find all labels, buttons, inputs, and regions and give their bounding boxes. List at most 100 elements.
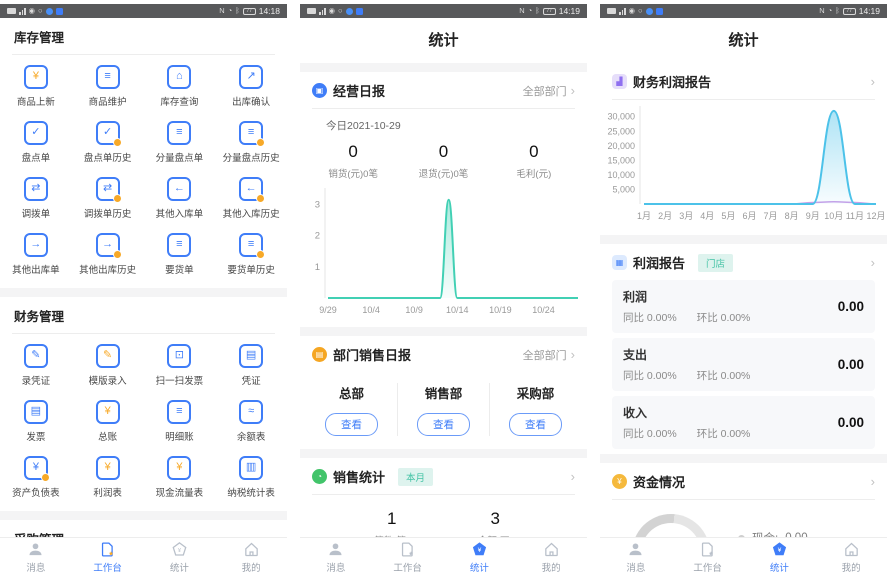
cash-flow-icon: ¥ [167, 456, 191, 480]
tab-profile-home[interactable]: 我的 [215, 538, 287, 576]
icon-glyph: ≡ [248, 239, 254, 250]
app-item-partial-stocktake[interactable]: ≡分量盘点单 [144, 114, 216, 170]
svg-text:1月: 1月 [637, 211, 651, 221]
app-item-voucher[interactable]: ▤凭证 [215, 337, 287, 393]
template-entry-icon: ✎ [96, 344, 120, 368]
app-item-profit-statement[interactable]: ¥利润表 [72, 449, 144, 505]
app-item-inventory-search[interactable]: ⌂库存查询 [144, 58, 216, 114]
svg-text:6月: 6月 [742, 211, 756, 221]
app-item-general-ledger[interactable]: ¥总账 [72, 393, 144, 449]
svg-text:3: 3 [315, 200, 320, 211]
view-button[interactable]: 查看 [325, 413, 378, 436]
icon-glyph: → [30, 239, 41, 250]
svg-text:10月: 10月 [824, 211, 843, 221]
mom-ratio: 环比 0.00% [697, 310, 751, 325]
messages-person-icon [627, 541, 644, 558]
tab-messages-person[interactable]: 消息 [600, 538, 672, 576]
tab-workbench-doc[interactable]: 工作台 [372, 538, 444, 576]
svg-text:¥: ¥ [478, 546, 482, 553]
tab-stats-pentagon[interactable]: ¥统计 [444, 538, 516, 576]
tab-label: 消息 [326, 560, 345, 574]
profit-card-name: 支出 [623, 346, 750, 363]
app-item-balance-table[interactable]: ≈余额表 [215, 393, 287, 449]
app-item-outbound-confirm[interactable]: ↗出库确认 [215, 58, 287, 114]
app-item-transfer[interactable]: ⇄调拨单 [0, 170, 72, 226]
status-time: 14:18 [259, 6, 280, 16]
app-item-voucher-entry[interactable]: ✎录凭证 [0, 337, 72, 393]
view-button[interactable]: 查看 [417, 413, 470, 436]
app-item-requisition[interactable]: ≡要货单 [144, 226, 216, 282]
section-business-daily[interactable]: ▣ 经营日报 全部部门 › [300, 72, 587, 108]
app-item-invoice[interactable]: ▤发票 [0, 393, 72, 449]
profit-report-icon: ▦ [612, 255, 627, 270]
department-filter[interactable]: 全部部门 › [523, 83, 575, 99]
battery-icon: 77 [843, 8, 856, 15]
app-item-partial-stocktake-history[interactable]: ≡分量盘点历史 [215, 114, 287, 170]
app-item-product-new[interactable]: ¥商品上新 [0, 58, 72, 114]
stocktake-icon: ✓ [24, 121, 48, 145]
section-profit-report[interactable]: ▦ 利润报告 门店 › [600, 244, 887, 280]
app-item-requisition-history[interactable]: ≡要货单历史 [215, 226, 287, 282]
section-funds[interactable]: ¥ 资金情况 › [600, 463, 887, 499]
tab-bar: 消息工作台¥统计我的 [600, 537, 887, 576]
profit-card-value: 0.00 [838, 299, 864, 314]
inventory-search-icon: ⌂ [167, 65, 191, 89]
view-button[interactable]: 查看 [509, 413, 562, 436]
app-item-transfer-history[interactable]: ⇄调拨单历史 [72, 170, 144, 226]
section-finance-report[interactable]: ▟ 财务利润报告 › [600, 63, 887, 99]
department-name: 销售部 [398, 383, 489, 402]
profit-card-left: 利润同比 0.00%环比 0.00% [623, 288, 750, 325]
tab-workbench-doc[interactable]: 工作台 [72, 538, 144, 576]
eye-icon: ◉ [629, 7, 636, 15]
profile-home-icon [243, 541, 260, 558]
tab-profile-home[interactable]: 我的 [515, 538, 587, 576]
app-item-product-maintain[interactable]: ≡商品维护 [72, 58, 144, 114]
section-title: 部门销售日报 [333, 345, 411, 364]
app-item-label: 利润表 [93, 485, 122, 499]
svg-text:4月: 4月 [700, 211, 714, 221]
dept-daily-icon: ▤ [312, 347, 327, 362]
tab-messages-person[interactable]: 消息 [300, 538, 372, 576]
app-item-other-outbound[interactable]: →其他出库单 [0, 226, 72, 282]
clock-badge-icon [113, 194, 122, 203]
tab-profile-home[interactable]: 我的 [815, 538, 887, 576]
workbench-sections: 库存管理¥商品上新≡商品维护⌂库存查询↗出库确认✓盘点单✓盘点单历史≡分量盘点单… [0, 18, 287, 557]
icon-glyph: ▤ [246, 350, 256, 361]
section-title: 财务利润报告 [633, 72, 711, 91]
stat-label: 退货(元)0笔 [398, 166, 488, 180]
app-item-cash-flow[interactable]: ¥现金流量表 [144, 449, 216, 505]
tab-stats-pentagon[interactable]: ¥统计 [744, 538, 816, 576]
app-item-tax-statistics[interactable]: ▥纳税统计表 [215, 449, 287, 505]
department-column: 总部查看 [306, 383, 397, 436]
profit-card-left: 收入同比 0.00%环比 0.00% [623, 404, 750, 441]
tab-bar: 消息 工作台¥统计我的 [300, 537, 587, 576]
app-item-stocktake-history[interactable]: ✓盘点单历史 [72, 114, 144, 170]
app-item-assets-liabilities[interactable]: ¥资产负债表 [0, 449, 72, 505]
department-name: 总部 [306, 383, 397, 402]
message-icon [607, 8, 616, 14]
section-dept-daily[interactable]: ▤ 部门销售日报 全部部门 › [300, 336, 587, 372]
tab-messages-person[interactable]: 消息 [0, 538, 72, 576]
app-item-other-outbound-history[interactable]: →其他出库历史 [72, 226, 144, 282]
app-item-detail-ledger[interactable]: ≡明细账 [144, 393, 216, 449]
tab-workbench-doc[interactable]: 工作台 [672, 538, 744, 576]
department-filter[interactable]: 全部部门 › [523, 347, 575, 363]
stat-value: 0 [398, 142, 488, 162]
stat-label: 毛利(元) [489, 166, 579, 180]
partial-stocktake-history-icon: ≡ [239, 121, 263, 145]
profile-home-icon [843, 541, 860, 558]
app-item-template-entry[interactable]: ✎模版录入 [72, 337, 144, 393]
svg-text:9/29: 9/29 [319, 305, 337, 315]
app-item-scan-invoice[interactable]: ⊡扫一扫发票 [144, 337, 216, 393]
stat-item: 0毛利(元) [489, 142, 579, 180]
app-item-stocktake[interactable]: ✓盘点单 [0, 114, 72, 170]
tab-stats-pentagon[interactable]: ¥统计 [144, 538, 216, 576]
nfc-icon: N [819, 7, 824, 15]
icon-glyph: ¥ [33, 462, 39, 473]
profit-cards: 利润同比 0.00%环比 0.00%0.00支出同比 0.00%环比 0.00%… [600, 280, 887, 449]
app-item-other-inbound[interactable]: ←其他入库单 [144, 170, 216, 226]
alarm-icon: ◔ [228, 7, 233, 15]
section-sales-stats[interactable]: ◔ 销售统计 本月 › [300, 458, 587, 494]
app-item-other-inbound-history[interactable]: ←其他入库历史 [215, 170, 287, 226]
invoice-icon: ▤ [24, 400, 48, 424]
